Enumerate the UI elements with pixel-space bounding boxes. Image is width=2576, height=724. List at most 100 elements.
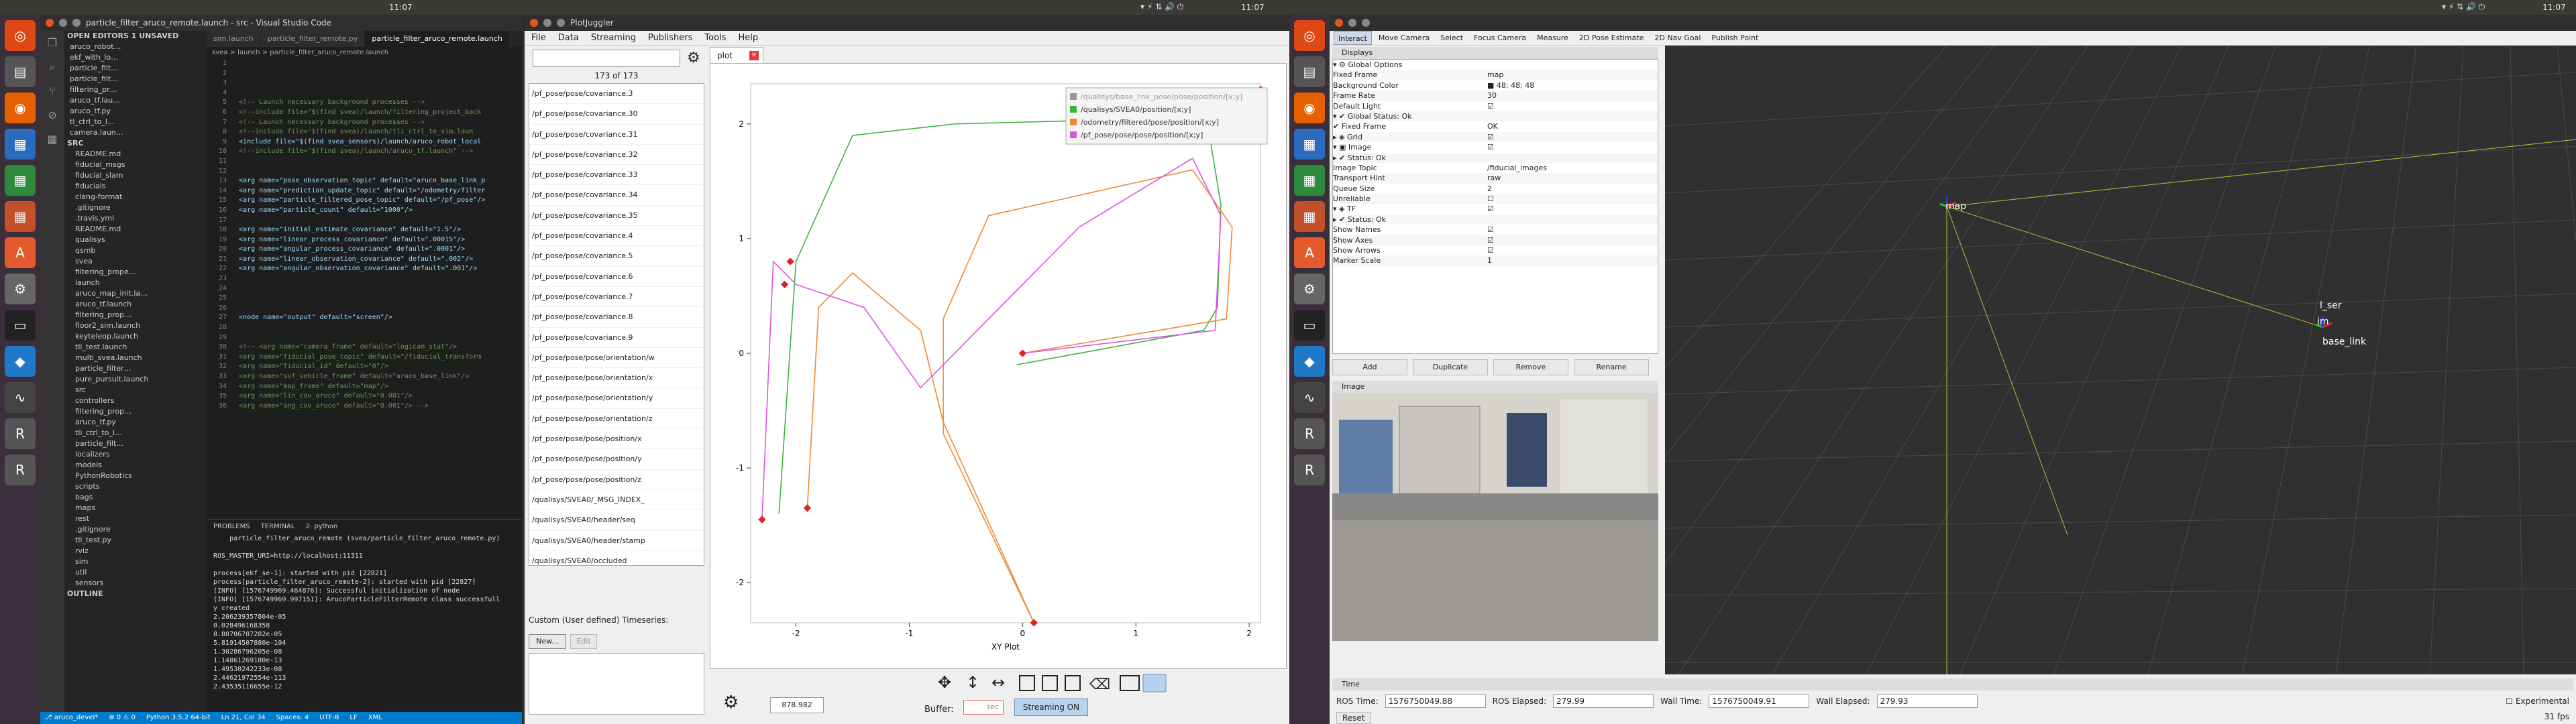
property-value[interactable]: OK	[1487, 121, 1658, 131]
legend-entry[interactable]: /odometry/filtered/pose/position/[x;y]	[1081, 118, 1219, 127]
tree-row[interactable]: Image Topic/fiducial_images	[1333, 163, 1658, 173]
explorer-icon[interactable]: ❐	[40, 31, 64, 55]
explorer-item[interactable]: keyteleop.launch	[64, 331, 207, 342]
tree-row[interactable]: ✔ Fixed Frame OK	[1333, 121, 1658, 131]
tree-row[interactable]: Queue Size 2	[1333, 184, 1658, 194]
clock[interactable]: 11:07	[389, 3, 413, 12]
displays-tree[interactable]: ▾ ⚙ Global Options Fixed Frame map Backgr…	[1332, 59, 1658, 354]
explorer-item[interactable]: aruco_robot…	[64, 42, 207, 52]
property-value[interactable]: 1	[1487, 255, 1658, 265]
wall-time-field[interactable]: 1576750049.91	[1709, 695, 1810, 708]
list-item[interactable]: /pf_pose/pose/pose/orientation/w	[529, 348, 704, 369]
explorer-item[interactable]: qsmb	[64, 245, 207, 256]
explorer-item[interactable]: qualisys	[64, 235, 207, 245]
ubuntu-icon[interactable]: ◎	[5, 20, 36, 51]
list-item[interactable]: /pf_pose/pose/pose/orientation/z	[529, 409, 704, 430]
close-icon[interactable]	[1335, 19, 1343, 27]
vscode-icon[interactable]: ◆	[1294, 346, 1325, 377]
property-value[interactable]: ☐	[1487, 194, 1658, 204]
split-horizontal-icon[interactable]	[1019, 675, 1035, 691]
explorer-item[interactable]: controllers	[64, 396, 207, 406]
list-item[interactable]: /pf_pose/pose/covariance.5	[529, 246, 704, 267]
explorer-item[interactable]: filtering_prope…	[64, 267, 207, 278]
tree-row[interactable]: Marker Scale 1	[1333, 255, 1658, 266]
explorer-item[interactable]: floor2_sim.launch	[64, 320, 207, 331]
edit-button[interactable]: Edit	[570, 634, 597, 649]
debug-icon[interactable]: ⊘	[40, 103, 64, 127]
explorer-item[interactable]: multi_svea.launch	[64, 353, 207, 363]
menu-item[interactable]: Tools	[704, 31, 726, 45]
files-icon[interactable]: ▤	[1294, 56, 1325, 87]
close-icon[interactable]	[46, 19, 54, 27]
explorer-item[interactable]: particle_filt…	[64, 63, 207, 74]
property-value[interactable]: ■ 48; 48; 48	[1487, 80, 1658, 90]
list-item[interactable]: /pf_pose/pose/pose/position/z	[529, 470, 704, 490]
table-icon[interactable]	[1120, 675, 1140, 691]
rviz-icon[interactable]: R	[1294, 455, 1325, 485]
tree-row[interactable]: Unreliable ☐	[1333, 194, 1658, 204]
editor-tab[interactable]: particle_filter_remote.py	[260, 31, 366, 47]
software-icon[interactable]: A	[5, 237, 36, 268]
status-item[interactable]: XML	[368, 712, 382, 724]
list-item[interactable]: /pf_pose/pose/covariance.9	[529, 328, 704, 348]
status-item[interactable]: ⎇ aruco_devel*	[44, 712, 98, 724]
list-item[interactable]: /qualisys/SVEA0/occluded	[529, 551, 704, 565]
explorer-item[interactable]: clang-format	[64, 192, 207, 202]
explorer-item[interactable]: fiducial_msgs	[64, 160, 207, 170]
menu-item[interactable]: File	[531, 31, 546, 45]
horizontal-zoom-icon[interactable]: ↔	[991, 673, 1005, 692]
tree-row[interactable]: Fixed Frame map	[1333, 70, 1658, 80]
writer-icon[interactable]: ▦	[5, 129, 36, 160]
split-vertical-icon[interactable]	[1042, 675, 1058, 691]
close-icon[interactable]	[530, 19, 538, 27]
files-icon[interactable]: ▤	[5, 56, 36, 87]
property-value[interactable]	[1487, 153, 1658, 163]
list-item[interactable]: /pf_pose/pose/covariance.35	[529, 206, 704, 227]
extensions-icon[interactable]: ▦	[40, 127, 64, 152]
explorer-item[interactable]: .travis.yml	[64, 213, 207, 224]
list-item[interactable]: /pf_pose/pose/covariance.34	[529, 185, 704, 206]
property-value[interactable]: ☑	[1487, 204, 1658, 214]
list-item[interactable]: /pf_pose/pose/covariance.7	[529, 287, 704, 308]
move-icon[interactable]: ✥	[938, 673, 951, 692]
vertical-zoom-icon[interactable]: ↕	[966, 673, 979, 692]
rviz-icon[interactable]: R	[5, 418, 36, 449]
property-value[interactable]: ☑	[1487, 142, 1658, 152]
explorer-item[interactable]: camera.laun…	[64, 127, 207, 138]
firefox-icon[interactable]: ◉	[1294, 93, 1325, 123]
tool-1[interactable]: Move Camera	[1375, 31, 1434, 45]
clock[interactable]: 11:07	[1241, 3, 1265, 12]
tree-row[interactable]: Show Names ☑	[1333, 225, 1658, 235]
tree-row[interactable]: ▾ ⚙ Global Options	[1333, 60, 1658, 70]
explorer-item[interactable]: maps	[64, 503, 207, 514]
legend-entry[interactable]: /pf_pose/pose/pose/position/[x;y]	[1081, 131, 1203, 139]
explorer-item[interactable]: filtering_prop…	[64, 310, 207, 320]
menu-item[interactable]: Data	[558, 31, 579, 45]
explorer-item[interactable]: OUTLINE	[64, 589, 207, 599]
series-line-1[interactable]	[806, 169, 1233, 623]
tree-row[interactable]: Default Light ☑	[1333, 101, 1658, 111]
list-item[interactable]: /qualisys/SVEA0/header/seq	[529, 510, 704, 531]
layout-icon[interactable]	[1065, 675, 1081, 691]
terminal-icon[interactable]: ▭	[1294, 310, 1325, 341]
list-item[interactable]: /qualisys/SVEA0/header/stamp	[529, 531, 704, 551]
explorer-item[interactable]: util	[64, 567, 207, 578]
editor-tab[interactable]: particle_filter_aruco_remote.launch	[365, 31, 510, 47]
explorer-item[interactable]: README.md	[64, 149, 207, 160]
rviz-icon[interactable]: R	[5, 455, 36, 485]
tool-2[interactable]: Select	[1436, 31, 1467, 45]
explorer-item[interactable]: scripts	[64, 481, 207, 492]
tree-row[interactable]: Show Arrows ☑	[1333, 245, 1658, 255]
ubuntu-icon[interactable]: ◎	[1294, 20, 1325, 51]
status-item[interactable]: Python 3.5.2 64-bit	[146, 712, 211, 724]
explorer-item[interactable]: SRC	[64, 138, 207, 149]
xy-plot[interactable]: -2 -1 0 1 2 -2 -1 0 1 2 XY Plot/qualisys/base_link…	[710, 63, 1287, 669]
maximize-icon[interactable]	[72, 19, 80, 27]
explorer-item[interactable]: tli_test.py	[64, 535, 207, 546]
legend-entry[interactable]: /qualisys/SVEA0/position/[x;y]	[1081, 105, 1191, 114]
tree-row[interactable]: ▸ ◈ Grid ☑	[1333, 131, 1658, 143]
panel-tab[interactable]: TERMINAL	[261, 520, 295, 534]
explorer-item[interactable]: aruco_tf.lau…	[64, 95, 207, 106]
explorer-item[interactable]: ekf_with_lo…	[64, 52, 207, 63]
gear-icon[interactable]: ⚙	[687, 50, 700, 66]
